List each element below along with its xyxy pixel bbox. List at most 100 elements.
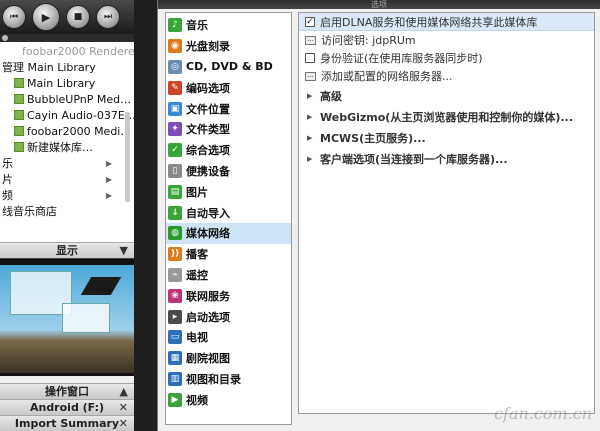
library-tree-item[interactable]: 新建媒体库… [0,140,134,156]
category-item[interactable]: ▸ 启动选项 [166,306,291,327]
category-item[interactable]: ↓ 自动导入 [166,202,291,223]
category-item[interactable]: ▤ 图片 [166,181,291,202]
expand-arrow-icon[interactable]: ▶ [307,113,315,121]
media-player-panel: ⏮ ▶ ■ ⏭ foobar2000 Rendere 管理 Main Librar… [0,0,134,431]
library-tree-item[interactable]: 管理 Main Library [0,60,134,76]
display-preview [0,258,134,376]
video-icon: ▶ [168,392,182,407]
category-item[interactable]: ▣ 文件位置 [166,98,291,119]
category-label: 遥控 [186,268,208,282]
library-tree-item[interactable]: 线音乐商店 [0,204,134,220]
bottom-bar[interactable]: Import Summary ✕ [0,415,134,431]
option-label: MCWS(主页服务)... [320,131,426,145]
expand-arrow-icon[interactable]: ▶ [307,92,315,100]
podcast-icon: )) [168,247,182,262]
category-item[interactable]: ◎ CD, DVD & BD [166,57,291,78]
close-icon[interactable]: ✕ [119,416,128,431]
library-tree-label: Cayin Audio-037E… [27,109,134,122]
library-icon [14,110,24,120]
cd-icon: ◎ [168,59,182,74]
seek-knob[interactable] [2,35,8,41]
remote-icon: ⌁ [168,267,182,282]
chevron-right-icon[interactable]: ▶ [106,156,112,172]
folder-icon: ▣ [168,101,182,116]
library-tree-item[interactable]: Main Library [0,76,134,92]
picture-icon: ▤ [168,184,182,199]
checkbox-checked[interactable]: ✓ [305,16,315,27]
ellipsis-button[interactable]: … [305,71,316,81]
close-icon[interactable]: ✕ [119,400,128,416]
category-label: CD, DVD & BD [186,60,273,74]
bottom-bar[interactable]: Android (F:) ✕ [0,399,134,415]
library-tree-item[interactable]: foobar2000 Rendere [0,44,134,60]
checkbox[interactable] [305,53,315,63]
category-item[interactable]: ▦ 剧院视图 [166,348,291,369]
library-tree-item[interactable]: 片 ▶ [0,172,134,188]
category-item[interactable]: )) 播客 [166,244,291,265]
option-row[interactable]: ▶ MCWS(主页服务)... [299,127,594,148]
expand-arrow-icon[interactable]: ▶ [307,155,315,163]
library-icon [14,142,24,152]
library-tree: foobar2000 Rendere 管理 Main Library Main Li… [0,42,134,243]
category-item[interactable]: ✦ 文件类型 [166,119,291,140]
library-tree-item[interactable]: Cayin Audio-037E… [0,108,134,124]
category-label: 综合选项 [186,144,230,158]
library-icon [14,78,24,88]
library-tree-label: 线音乐商店 [2,205,57,218]
option-row[interactable]: … 添加或配置的网络服务器... [299,67,594,85]
dialog-title: 选项 [158,0,600,9]
watermark: cfan.com.cn [494,404,592,423]
music-icon: ♪ [168,18,182,33]
seek-slider[interactable] [0,34,134,42]
category-label: 剧院视图 [186,352,230,366]
category-item[interactable]: ✎ 编码选项 [166,77,291,98]
chevron-right-icon[interactable]: ▶ [106,188,112,204]
stop-button[interactable]: ■ [66,5,90,29]
transport-bar: ⏮ ▶ ■ ⏭ [0,0,134,34]
option-row[interactable]: ▶ WebGizmo(从主页浏览器使用和控制你的媒体)... [299,106,594,127]
ellipsis-button[interactable]: … [305,35,316,45]
category-item[interactable]: ✓ 综合选项 [166,140,291,161]
category-item[interactable]: ◉ 光盘刻录 [166,36,291,57]
bottom-bar-label: Android (F:) [29,401,105,414]
category-item[interactable]: ♪ 音乐 [166,15,291,36]
category-item[interactable]: ◍ 媒体网络 [166,222,291,244]
category-label: 联网服务 [186,289,230,303]
display-header[interactable]: 显示 ▼ [0,242,134,258]
option-row[interactable]: … 访问密钥: jdpRUm [299,31,594,49]
option-row[interactable]: ▶ 高级 [299,85,594,106]
bottom-bar-label: 操作窗口 [45,385,89,398]
category-item[interactable]: ⌁ 遥控 [166,265,291,286]
file-type-icon: ✦ [168,122,182,137]
option-row[interactable]: 身份验证(在使用库服务器同步时) [299,49,594,67]
library-tree-item[interactable]: BubbleUPnP Med… [0,92,134,108]
library-icon [14,126,24,136]
library-tree-scrollbar[interactable] [125,112,130,202]
play-button[interactable]: ▶ [32,3,60,31]
library-tree-item[interactable]: 乐 ▶ [0,156,134,172]
category-item[interactable]: ❀ 联网服务 [166,285,291,306]
bottom-bar-label: Import Summary [14,417,120,430]
category-item[interactable]: ▥ 视图和目录 [166,369,291,390]
option-row[interactable]: ▶ 客户端选项(当连接到一个库服务器)... [299,148,594,169]
bottom-bar[interactable]: 操作窗口 ▲ [0,383,134,399]
disc-burn-icon: ◉ [168,39,182,54]
library-tree-item[interactable]: foobar2000 Medi… [0,124,134,140]
category-item[interactable]: ▭ 电视 [166,327,291,348]
category-label: 光盘刻录 [186,40,230,54]
option-row[interactable]: ✓ 启用DLNA服务和使用媒体网络共享此媒体库 [299,13,594,31]
category-item[interactable]: ▯ 便携设备 [166,161,291,182]
chevron-down-icon[interactable]: ▼ [120,243,128,259]
category-item[interactable]: ▶ 视频 [166,389,291,410]
previous-track-button[interactable]: ⏮ [2,5,26,29]
chevron-right-icon[interactable]: ▶ [106,172,112,188]
chevron-up-icon[interactable]: ▲ [120,384,128,400]
next-track-button[interactable]: ⏭ [96,5,120,29]
options-panel: ✓ 启用DLNA服务和使用媒体网络共享此媒体库 … 访问密钥: jdpRUm 身份验证(… [298,12,595,414]
library-tree-item[interactable]: 频 ▶ [0,188,134,204]
library-tree-label: foobar2000 Rendere [22,45,134,58]
option-label: 高级 [320,89,342,103]
expand-arrow-icon[interactable]: ▶ [307,134,315,142]
category-label: 文件位置 [186,102,230,116]
play-icon: ▶ [41,10,51,24]
